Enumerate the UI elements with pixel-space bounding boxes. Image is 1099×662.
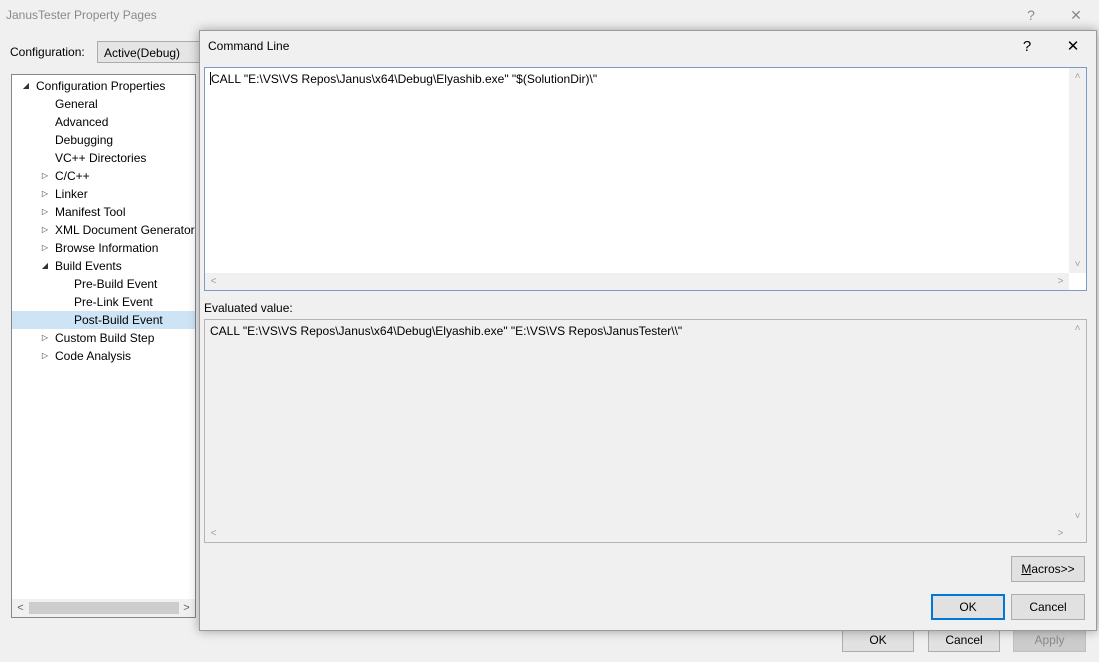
collapsed-arrow-icon[interactable]: ▷ <box>39 221 51 239</box>
tree-item-label: VC++ Directories <box>55 151 147 165</box>
scroll-left-arrow-icon[interactable]: < <box>12 599 29 617</box>
parent-help-button[interactable]: ? <box>1019 5 1043 25</box>
configuration-label: Configuration: <box>10 45 85 59</box>
tree-item[interactable]: ▷ Browse Information <box>12 239 195 257</box>
scroll-up-arrow-icon[interactable]: ˄ <box>1069 320 1086 337</box>
parent-apply-button[interactable]: Apply <box>1013 629 1086 652</box>
tree-item[interactable]: Pre-Build Event <box>12 275 195 293</box>
scroll-right-arrow-icon[interactable]: > <box>178 599 195 617</box>
tree-item[interactable]: ▷ Linker <box>12 185 195 203</box>
tree-item-label: Configuration Properties <box>36 79 166 93</box>
tree-item[interactable]: ▷ Custom Build Step <box>12 329 195 347</box>
expanded-arrow-icon[interactable]: ◢ <box>39 257 51 275</box>
tree-item[interactable]: VC++ Directories <box>12 149 195 167</box>
scroll-left-arrow-icon[interactable]: < <box>205 273 222 290</box>
collapsed-arrow-icon[interactable]: ▷ <box>39 203 51 221</box>
tree-item[interactable]: General <box>12 95 195 113</box>
tree-item[interactable]: ▷ Manifest Tool <box>12 203 195 221</box>
tree-item[interactable]: ◢ Configuration Properties <box>12 77 195 95</box>
tree-item[interactable]: Advanced <box>12 113 195 131</box>
collapsed-arrow-icon[interactable]: ▷ <box>39 167 51 185</box>
collapsed-arrow-icon[interactable]: ▷ <box>39 329 51 347</box>
collapsed-arrow-icon[interactable]: ▷ <box>39 347 51 365</box>
parent-window-title: JanusTester Property Pages <box>6 8 157 22</box>
collapsed-arrow-icon[interactable]: ▷ <box>39 239 51 257</box>
tree-item[interactable]: ◢ Build Events <box>12 257 195 275</box>
scroll-up-arrow-icon[interactable]: ˄ <box>1069 68 1086 85</box>
dialog-cancel-button[interactable]: Cancel <box>1011 594 1085 620</box>
dialog-ok-button[interactable]: OK <box>931 594 1005 620</box>
scroll-right-arrow-icon[interactable]: > <box>1052 525 1069 542</box>
tree-item-label: XML Document Generator <box>55 223 195 237</box>
tree-item-label: Code Analysis <box>55 349 132 363</box>
evaluated-value-box[interactable]: CALL "E:\VS\VS Repos\Janus\x64\Debug\Ely… <box>204 319 1087 543</box>
command-line-editor[interactable]: CALL "E:\VS\VS Repos\Janus\x64\Debug\Ely… <box>204 67 1087 291</box>
dialog-title: Command Line <box>208 39 290 53</box>
tree-item[interactable]: Post-Build Event <box>12 311 195 329</box>
scroll-right-arrow-icon[interactable]: > <box>1052 273 1069 290</box>
tree-item[interactable]: ▷ XML Document Generator <box>12 221 195 239</box>
dialog-help-button[interactable]: ? <box>1012 35 1042 59</box>
tree-item-label: C/C++ <box>55 169 90 183</box>
macros-button[interactable]: Macros>> <box>1011 556 1085 582</box>
tree-item-label: Post-Build Event <box>74 313 163 327</box>
tree-horizontal-scrollbar[interactable]: < > <box>12 599 195 617</box>
property-tree[interactable]: < > ◢ Configuration Properties General Adva… <box>11 74 196 618</box>
macros-label: acros>> <box>1031 562 1075 576</box>
tree-item-label: Pre-Build Event <box>74 277 158 291</box>
evaluated-value-text: CALL "E:\VS\VS Repos\Janus\x64\Debug\Ely… <box>210 324 683 338</box>
editor-vertical-scrollbar[interactable]: ˄ ˅ <box>1069 68 1086 273</box>
scroll-down-arrow-icon[interactable]: ˅ <box>1069 256 1086 273</box>
scroll-down-arrow-icon[interactable]: ˅ <box>1069 508 1086 525</box>
tree-item[interactable]: Debugging <box>12 131 195 149</box>
parent-cancel-button[interactable]: Cancel <box>928 629 1000 652</box>
evaluated-horizontal-scrollbar[interactable]: < > <box>205 525 1069 542</box>
tree-item-label: Manifest Tool <box>55 205 126 219</box>
macros-mnemonic: M <box>1021 562 1032 576</box>
configuration-select[interactable]: Active(Debug) <box>97 41 207 63</box>
tree-item-label: Linker <box>55 187 88 201</box>
tree-item-label: Advanced <box>55 115 109 129</box>
tree-item-label: Pre-Link Event <box>74 295 153 309</box>
parent-ok-button[interactable]: OK <box>842 629 914 652</box>
parent-close-button[interactable]: ✕ <box>1064 5 1088 25</box>
tree-item-label: Browse Information <box>55 241 159 255</box>
configuration-value: Active(Debug) <box>104 46 181 60</box>
command-line-text: CALL "E:\VS\VS Repos\Janus\x64\Debug\Ely… <box>211 72 598 86</box>
evaluated-value-label: Evaluated value: <box>204 301 293 315</box>
expanded-arrow-icon[interactable]: ◢ <box>20 77 32 95</box>
tree-item-label: Custom Build Step <box>55 331 155 345</box>
scrollbar-thumb[interactable] <box>29 602 179 614</box>
editor-horizontal-scrollbar[interactable]: < > <box>205 273 1069 290</box>
tree-item-label: Debugging <box>55 133 114 147</box>
tree-item[interactable]: Pre-Link Event <box>12 293 195 311</box>
tree-item-label: Build Events <box>55 259 122 273</box>
parent-title-bar: JanusTester Property Pages ? ✕ <box>0 0 1099 30</box>
command-line-text-row: CALL "E:\VS\VS Repos\Janus\x64\Debug\Ely… <box>210 72 597 86</box>
dialog-close-button[interactable]: ✕ <box>1058 35 1088 59</box>
tree-item[interactable]: ▷ C/C++ <box>12 167 195 185</box>
scroll-left-arrow-icon[interactable]: < <box>205 525 222 542</box>
tree-item-label: General <box>55 97 98 111</box>
evaluated-vertical-scrollbar[interactable]: ˄ ˅ <box>1069 320 1086 525</box>
tree-item[interactable]: ▷ Code Analysis <box>12 347 195 365</box>
command-line-dialog: Command Line ? ✕ CALL "E:\VS\VS Repos\Ja… <box>199 30 1097 631</box>
collapsed-arrow-icon[interactable]: ▷ <box>39 185 51 203</box>
